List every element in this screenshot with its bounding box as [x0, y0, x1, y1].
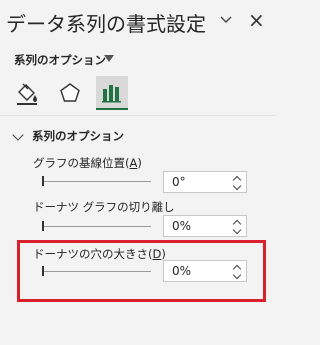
pane-options-chevron-icon[interactable]	[218, 12, 234, 28]
angle-slider-thumb[interactable]	[42, 176, 44, 186]
tab-series-options[interactable]	[96, 76, 128, 110]
highlight-box	[17, 240, 266, 302]
field-label-angle: グラフの基線位置(A)	[33, 156, 142, 170]
explosion-slider-track[interactable]	[43, 226, 151, 227]
series-options-caret-icon[interactable]	[104, 55, 114, 62]
section-collapse-chevron-icon[interactable]	[12, 129, 24, 141]
field-label-explosion: ドーナツ グラフの切り離し	[33, 200, 175, 214]
section-title-series-options[interactable]: 系列のオプション	[32, 128, 124, 144]
format-data-series-pane: データ系列の書式設定 × 系列のオプション 系列のオプション グラフの基線位置(…	[0, 0, 276, 345]
angle-spinbox[interactable]: 0°	[163, 171, 247, 193]
angle-slider-track[interactable]	[43, 181, 151, 182]
bar-chart-icon	[102, 85, 121, 103]
tab-divider	[0, 115, 276, 116]
pentagon-icon	[60, 83, 80, 102]
explosion-value[interactable]: 0%	[172, 219, 191, 233]
tab-fill-line[interactable]	[11, 76, 43, 110]
series-options-menu[interactable]: 系列のオプション	[14, 52, 106, 68]
tab-effects[interactable]	[54, 76, 86, 110]
angle-value[interactable]: 0°	[172, 175, 186, 189]
explosion-down-arrow-icon[interactable]	[232, 225, 242, 235]
angle-down-arrow-icon[interactable]	[232, 181, 242, 191]
explosion-slider-thumb[interactable]	[42, 221, 44, 231]
paint-bucket-icon	[17, 83, 37, 105]
close-icon[interactable]: ×	[248, 10, 265, 30]
explosion-spinbox[interactable]: 0%	[163, 215, 247, 237]
pane-title: データ系列の書式設定	[6, 12, 206, 36]
